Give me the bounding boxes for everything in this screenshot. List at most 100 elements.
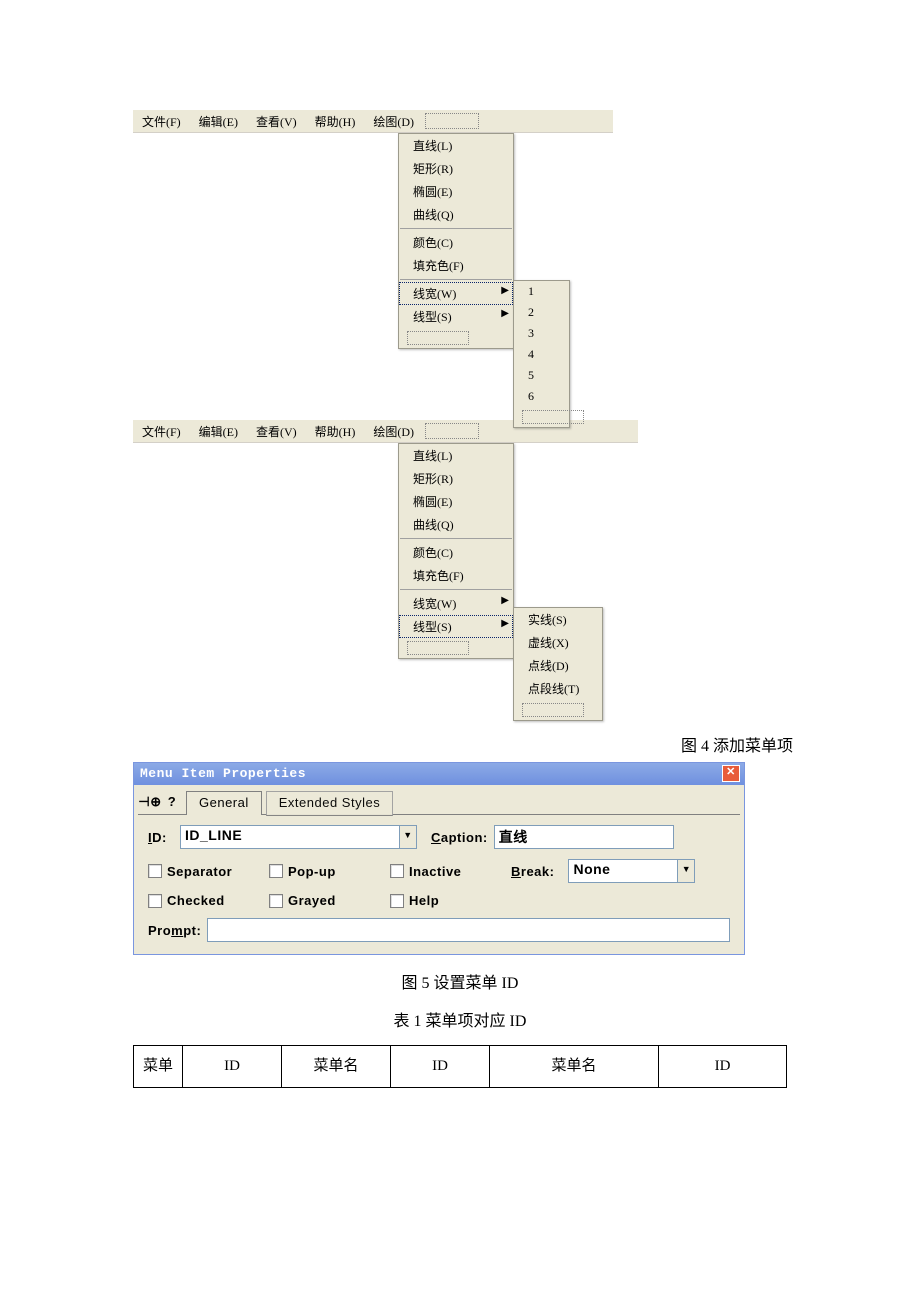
menu-item-curve[interactable]: 曲线(Q) — [399, 203, 513, 226]
menu-item-fillcolor[interactable]: 填充色(F) — [399, 254, 513, 277]
menubar-item-file[interactable]: 文件(F) — [138, 111, 185, 132]
linestyle-option-dotted[interactable]: 点线(D) — [514, 654, 602, 677]
dropdown-arrow-icon[interactable]: ▼ — [678, 859, 695, 883]
linewidth-option-5[interactable]: 5 — [514, 365, 569, 386]
menubar-item-view[interactable]: 查看(V) — [252, 111, 301, 132]
menu-item-linewidth[interactable]: 线宽(W) ▶ — [399, 592, 513, 615]
caption-input[interactable]: 直线 — [494, 825, 674, 849]
prompt-label: Prompt: — [148, 923, 201, 938]
table-header-cell: ID — [391, 1046, 490, 1088]
menu-item-curve[interactable]: 曲线(Q) — [399, 513, 513, 536]
menu-item-label: 线宽(W) — [413, 597, 456, 611]
checkbox-help[interactable]: Help — [390, 893, 505, 908]
break-label: Break: — [511, 864, 554, 879]
menu-item-linewidth[interactable]: 线宽(W) ▶ — [399, 282, 513, 305]
break-value[interactable]: None — [568, 859, 678, 883]
menu-item-rect[interactable]: 矩形(R) — [399, 467, 513, 490]
menubar-item-help[interactable]: 帮助(H) — [311, 111, 360, 132]
menu-item-label: 线型(S) — [413, 310, 452, 324]
linewidth-option-6[interactable]: 6 — [514, 386, 569, 407]
draw-dropdown: 直线(L) 矩形(R) 椭圆(E) 曲线(Q) 颜色(C) 填充色(F) 线宽(… — [398, 443, 514, 659]
linewidth-submenu: 1 2 3 4 5 6 — [513, 280, 570, 428]
menu-item-line[interactable]: 直线(L) — [399, 444, 513, 467]
menu-id-table: 菜单 ID 菜单名 ID 菜单名 ID — [133, 1045, 787, 1088]
linestyle-option-dashdot[interactable]: 点段线(T) — [514, 677, 602, 700]
submenu-arrow-icon: ▶ — [501, 285, 509, 296]
checkbox-label: Help — [409, 893, 439, 908]
checkbox-icon — [269, 894, 283, 908]
table-header-cell: 菜单名 — [490, 1046, 659, 1088]
menu-new-item-slot[interactable] — [399, 638, 513, 658]
id-combo[interactable]: ID_LINE ▼ — [180, 825, 417, 849]
checkbox-icon — [148, 864, 162, 878]
menu-separator — [400, 279, 512, 280]
menu-item-properties-dialog: Menu Item Properties ✕ ⊣⊕ ? General Exte… — [133, 762, 745, 955]
checkbox-icon — [269, 864, 283, 878]
menu-new-item-slot[interactable] — [425, 113, 479, 129]
checkbox-label: Inactive — [409, 864, 461, 879]
help-icon[interactable]: ? — [164, 794, 180, 810]
linewidth-option-2[interactable]: 2 — [514, 302, 569, 323]
menu-item-ellipse[interactable]: 椭圆(E) — [399, 490, 513, 513]
checkbox-icon — [390, 864, 404, 878]
dropdown-arrow-icon[interactable]: ▼ — [400, 825, 417, 849]
tab-extended-styles[interactable]: Extended Styles — [266, 791, 393, 816]
linewidth-option-1[interactable]: 1 — [514, 281, 569, 302]
checkbox-separator[interactable]: Separator — [148, 864, 263, 879]
id-label: ID: — [148, 830, 174, 845]
linestyle-option-dashed[interactable]: 虚线(X) — [514, 631, 602, 654]
checkbox-icon — [390, 894, 404, 908]
menu-item-label: 线宽(W) — [413, 287, 456, 301]
linewidth-option-3[interactable]: 3 — [514, 323, 569, 344]
submenu-arrow-icon: ▶ — [501, 595, 509, 606]
menu-item-linestyle[interactable]: 线型(S) ▶ — [399, 615, 513, 638]
prompt-input[interactable] — [207, 918, 730, 942]
menu-new-item-slot[interactable] — [399, 328, 513, 348]
menu-item-linestyle[interactable]: 线型(S) ▶ — [399, 305, 513, 328]
menu-new-item-slot[interactable] — [425, 423, 479, 439]
close-button[interactable]: ✕ — [722, 765, 740, 782]
table-header-cell: 菜单 — [134, 1046, 183, 1088]
table-header-cell: ID — [659, 1046, 787, 1088]
pushpin-icon[interactable]: ⊣⊕ — [142, 794, 158, 810]
linewidth-option-4[interactable]: 4 — [514, 344, 569, 365]
dialog-title: Menu Item Properties — [140, 766, 306, 781]
checkbox-grayed[interactable]: Grayed — [269, 893, 384, 908]
table-header-cell: ID — [183, 1046, 282, 1088]
menu-new-item-slot[interactable] — [514, 700, 602, 720]
menu-new-item-slot[interactable] — [514, 407, 569, 427]
menu-bar: 文件(F) 编辑(E) 查看(V) 帮助(H) 绘图(D) — [133, 110, 613, 133]
dialog-titlebar: Menu Item Properties ✕ — [134, 763, 744, 785]
menubar-item-draw[interactable]: 绘图(D) — [369, 111, 418, 132]
submenu-arrow-icon: ▶ — [501, 618, 509, 629]
menu-item-line[interactable]: 直线(L) — [399, 134, 513, 157]
break-combo[interactable]: None ▼ — [568, 859, 695, 883]
menu-item-ellipse[interactable]: 椭圆(E) — [399, 180, 513, 203]
menubar-item-view[interactable]: 查看(V) — [252, 421, 301, 442]
menu-editor-figure-2: 文件(F) 编辑(E) 查看(V) 帮助(H) 绘图(D) 直线(L) 矩形(R… — [133, 420, 787, 726]
checkbox-popup[interactable]: Pop-up — [269, 864, 384, 879]
menubar-item-file[interactable]: 文件(F) — [138, 421, 185, 442]
tab-general[interactable]: General — [186, 791, 262, 815]
menu-separator — [400, 538, 512, 539]
id-input[interactable]: ID_LINE — [180, 825, 400, 849]
figure-4-caption: 图 4 添加菜单项 — [133, 732, 793, 756]
linestyle-option-solid[interactable]: 实线(S) — [514, 608, 602, 631]
menu-editor-figure-1: 文件(F) 编辑(E) 查看(V) 帮助(H) 绘图(D) 直线(L) 矩形(R… — [133, 110, 787, 410]
checkbox-label: Pop-up — [288, 864, 336, 879]
menu-item-color[interactable]: 颜色(C) — [399, 231, 513, 254]
menubar-item-edit[interactable]: 编辑(E) — [195, 421, 242, 442]
menu-separator — [400, 589, 512, 590]
checkbox-inactive[interactable]: Inactive — [390, 864, 505, 879]
menu-item-rect[interactable]: 矩形(R) — [399, 157, 513, 180]
caption-label: Caption: — [431, 830, 488, 845]
menubar-item-help[interactable]: 帮助(H) — [311, 421, 360, 442]
checkbox-icon — [148, 894, 162, 908]
menubar-item-draw[interactable]: 绘图(D) — [369, 421, 418, 442]
figure-5-caption: 图 5 设置菜单 ID — [133, 969, 787, 993]
menu-item-fillcolor[interactable]: 填充色(F) — [399, 564, 513, 587]
checkbox-label: Grayed — [288, 893, 336, 908]
menubar-item-edit[interactable]: 编辑(E) — [195, 111, 242, 132]
checkbox-checked[interactable]: Checked — [148, 893, 263, 908]
menu-item-color[interactable]: 颜色(C) — [399, 541, 513, 564]
